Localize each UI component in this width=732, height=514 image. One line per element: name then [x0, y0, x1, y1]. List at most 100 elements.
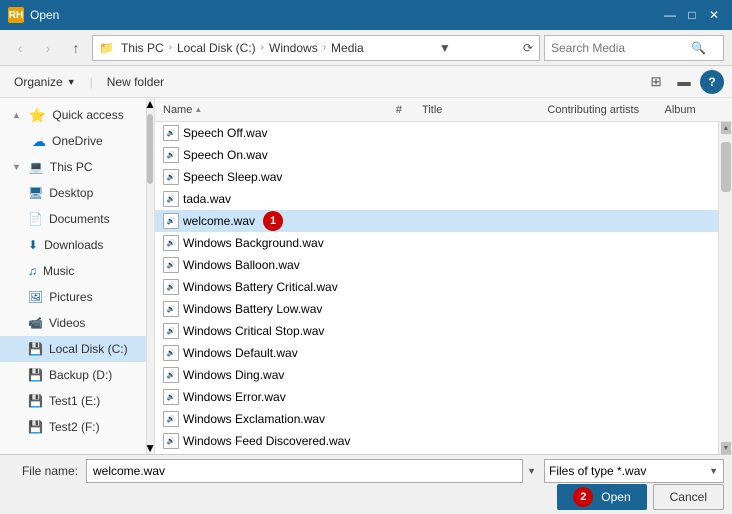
file-row[interactable]: 🔊Windows Battery Critical.wav: [155, 276, 718, 298]
sidebar-item-test2[interactable]: 💾 Test2 (F:): [0, 414, 146, 440]
sidebar-item-videos[interactable]: 📹 Videos: [0, 310, 146, 336]
file-list: 🔊Speech Off.wav 🔊Speech On.wav: [155, 122, 718, 454]
file-name: Windows Background.wav: [183, 236, 324, 250]
scroll-thumb[interactable]: [721, 142, 731, 192]
file-name: Speech On.wav: [183, 148, 268, 162]
forward-button[interactable]: ›: [36, 36, 60, 60]
sidebar-label-local-disk: Local Disk (C:): [49, 342, 128, 356]
sidebar-item-test1[interactable]: 💾 Test1 (E:): [0, 388, 146, 414]
col-header-album[interactable]: Album: [661, 98, 729, 121]
file-row[interactable]: 🔊Windows Feed Discovered.wav: [155, 430, 718, 452]
file-row[interactable]: 🔊Windows Default.wav: [155, 342, 718, 364]
search-icon: 🔍: [691, 41, 706, 55]
breadcrumb-windows[interactable]: Windows: [266, 39, 321, 57]
file-row[interactable]: 🔊Windows Balloon.wav: [155, 254, 718, 276]
sidebar-item-this-pc[interactable]: ▼ 💻 This PC: [0, 154, 146, 180]
view-grid-button[interactable]: ⊞: [644, 70, 668, 94]
main-content: ▲ ⭐ Quick access ☁ OneDrive ▼ 💻 This PC …: [0, 98, 732, 454]
sidebar-label-test1: Test1 (E:): [49, 394, 100, 408]
toolbar: ‹ › ↑ 📁 This PC › Local Disk (C:) › Wind…: [0, 30, 732, 66]
up-button[interactable]: ↑: [64, 36, 88, 60]
cancel-button[interactable]: Cancel: [653, 484, 724, 510]
file-row[interactable]: 🔊Windows Critical Stop.wav: [155, 320, 718, 342]
sidebar-label-music: Music: [43, 264, 74, 278]
onedrive-icon: ☁: [32, 133, 46, 150]
sidebar-label-quick-access: Quick access: [52, 108, 123, 122]
sidebar-scroll-thumb[interactable]: [147, 114, 153, 184]
breadcrumb-localdisk[interactable]: Local Disk (C:): [174, 39, 259, 57]
file-row[interactable]: 🔊Speech On.wav: [155, 144, 718, 166]
sidebar-item-desktop[interactable]: 🖥 Desktop: [0, 180, 146, 206]
col-album-label: Album: [665, 104, 696, 116]
search-input[interactable]: [551, 41, 691, 55]
file-row[interactable]: 🔊Windows Battery Low.wav: [155, 298, 718, 320]
open-button[interactable]: 2 Open: [557, 484, 646, 510]
downloads-icon: ⬇: [28, 238, 38, 252]
col-header-contributing[interactable]: Contributing artists: [543, 98, 660, 121]
filename-input[interactable]: [86, 459, 523, 483]
sidebar-label-this-pc: This PC: [50, 160, 93, 174]
scroll-down-btn[interactable]: ▼: [721, 442, 731, 454]
breadcrumb-thispc[interactable]: This PC: [118, 39, 167, 57]
cancel-label: Cancel: [670, 490, 707, 504]
col-header-name[interactable]: Name ▲: [159, 98, 392, 121]
organize-label: Organize: [14, 75, 63, 89]
close-button[interactable]: ✕: [704, 5, 724, 25]
filetype-select[interactable]: Files of type *.wav: [544, 459, 724, 483]
filename-dropdown-btn[interactable]: ▼: [527, 466, 536, 476]
open-label: Open: [601, 490, 630, 504]
help-button[interactable]: ?: [700, 70, 724, 94]
sidebar-label-backup: Backup (D:): [49, 368, 112, 382]
file-list-scrollbar[interactable]: ▲ ▼: [718, 122, 732, 454]
actions-row: 2 Open Cancel: [8, 484, 724, 510]
pictures-icon: 🖼: [28, 290, 43, 304]
sidebar-scroll-up[interactable]: ▲: [146, 98, 154, 110]
address-dropdown-btn[interactable]: ▼: [439, 41, 451, 55]
sidebar-item-onedrive[interactable]: ☁ OneDrive: [0, 128, 146, 154]
file-name: Windows Error.wav: [183, 390, 286, 404]
sidebar-item-local-disk[interactable]: 💾 Local Disk (C:): [0, 336, 146, 362]
sidebar-item-documents[interactable]: 📄 Documents: [0, 206, 146, 232]
file-row-selected[interactable]: 🔊 welcome.wav 1: [155, 210, 718, 232]
file-row[interactable]: 🔊tada.wav: [155, 188, 718, 210]
sidebar-scrollbar[interactable]: ▲ ▼: [146, 98, 154, 454]
refresh-button[interactable]: ⟳: [523, 41, 533, 55]
col-header-title[interactable]: Title: [418, 98, 543, 121]
sidebar-scroll-down[interactable]: ▼: [146, 442, 154, 454]
file-name: Windows Battery Critical.wav: [183, 280, 338, 294]
file-row[interactable]: 🔊Speech Sleep.wav: [155, 166, 718, 188]
file-row[interactable]: 🔊 Speech Off.wav: [155, 122, 718, 144]
action-bar: Organize ▼ | New folder ⊞ ▬ ?: [0, 66, 732, 98]
music-icon: ♫: [28, 264, 37, 278]
sidebar-item-quick-access[interactable]: ▲ ⭐ Quick access: [0, 102, 146, 128]
view-list-button[interactable]: ▬: [672, 70, 696, 94]
breadcrumb-media[interactable]: Media: [328, 39, 367, 57]
minimize-button[interactable]: —: [660, 5, 680, 25]
sidebar-item-backup[interactable]: 💾 Backup (D:): [0, 362, 146, 388]
file-name: Windows Ding.wav: [183, 368, 284, 382]
sidebar-item-music[interactable]: ♫ Music: [0, 258, 146, 284]
wav-icon: 🔊: [163, 235, 179, 251]
file-name: Speech Off.wav: [183, 126, 268, 140]
back-button[interactable]: ‹: [8, 36, 32, 60]
organize-button[interactable]: Organize ▼: [8, 72, 82, 92]
search-box[interactable]: 🔍: [544, 35, 724, 61]
sidebar-item-downloads[interactable]: ⬇ Downloads: [0, 232, 146, 258]
file-row[interactable]: 🔊 Windows Error.wav: [155, 386, 718, 408]
sidebar-label-videos: Videos: [49, 316, 85, 330]
file-row[interactable]: 🔊 Windows Background.wav: [155, 232, 718, 254]
file-row[interactable]: 🔊Windows Exclamation.wav: [155, 408, 718, 430]
maximize-button[interactable]: □: [682, 5, 702, 25]
sidebar-item-pictures[interactable]: 🖼 Pictures: [0, 284, 146, 310]
wav-icon: 🔊: [163, 213, 179, 229]
address-bar[interactable]: 📁 This PC › Local Disk (C:) › Windows › …: [92, 35, 540, 61]
file-row[interactable]: 🔊Windows Ding.wav: [155, 364, 718, 386]
sidebar-label-documents: Documents: [49, 212, 110, 226]
scroll-up-btn[interactable]: ▲: [721, 122, 731, 134]
wav-icon: 🔊: [163, 125, 179, 141]
col-title-label: Title: [422, 104, 442, 116]
col-header-num[interactable]: #: [392, 98, 418, 121]
file-name: Windows Default.wav: [183, 346, 298, 360]
new-folder-button[interactable]: New folder: [101, 72, 170, 92]
wav-icon: 🔊: [163, 389, 179, 405]
